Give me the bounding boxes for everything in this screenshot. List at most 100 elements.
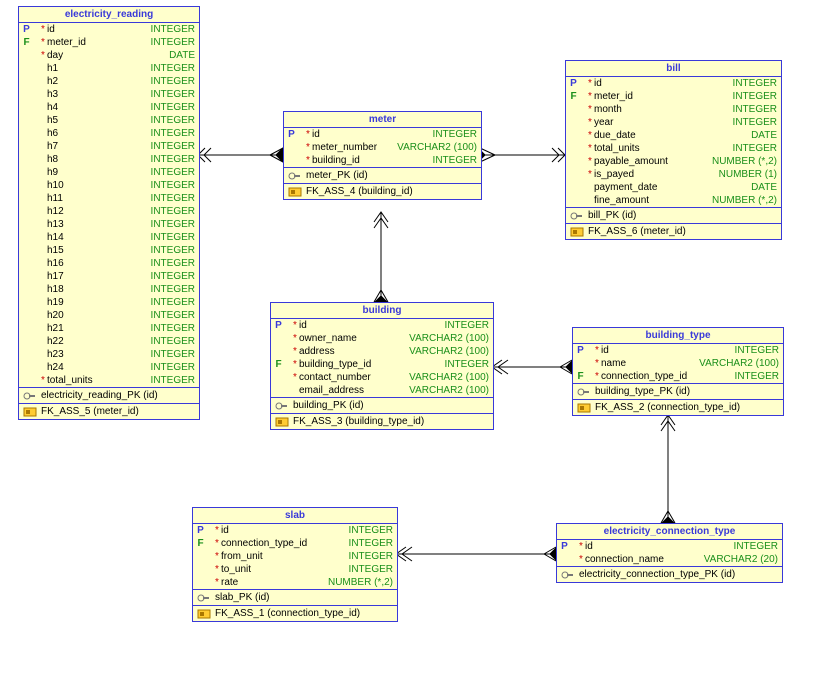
column-row: h10INTEGER	[19, 179, 199, 192]
column-flags: P	[288, 129, 304, 140]
required-star-icon: *	[213, 551, 221, 562]
column-name: total_units	[47, 375, 151, 386]
required-star-icon: *	[213, 525, 221, 536]
column-row: email_addressVARCHAR2 (100)	[271, 384, 493, 397]
column-name: h17	[47, 271, 151, 282]
column-type: INTEGER	[151, 206, 195, 217]
column-row: *rateNUMBER (*,2)	[193, 576, 397, 589]
column-name: day	[47, 50, 169, 61]
required-star-icon: *	[577, 541, 585, 552]
column-type: INTEGER	[733, 104, 777, 115]
column-row: F*building_type_idINTEGER	[271, 358, 493, 371]
column-row: h19INTEGER	[19, 296, 199, 309]
column-row: h1INTEGER	[19, 62, 199, 75]
column-row: h12INTEGER	[19, 205, 199, 218]
fk-icon	[197, 609, 211, 619]
pk-icon	[577, 387, 591, 397]
column-type: DATE	[169, 50, 195, 61]
column-type: INTEGER	[151, 349, 195, 360]
required-star-icon: *	[586, 91, 594, 102]
foreign-key-row: FK_ASS_5 (meter_id)	[19, 403, 199, 419]
column-name: h9	[47, 167, 151, 178]
column-name: from_unit	[221, 551, 349, 562]
required-star-icon: *	[213, 538, 221, 549]
column-type: INTEGER	[151, 24, 195, 35]
column-row: *addressVARCHAR2 (100)	[271, 345, 493, 358]
column-type: NUMBER (*,2)	[328, 577, 393, 588]
column-row: *to_unitINTEGER	[193, 563, 397, 576]
column-flags: F	[23, 37, 39, 48]
column-type: INTEGER	[735, 371, 779, 382]
table-slab: slabP*idINTEGERF*connection_type_idINTEG…	[192, 507, 398, 622]
column-row: h4INTEGER	[19, 101, 199, 114]
column-row: P*idINTEGER	[557, 540, 782, 553]
required-star-icon: *	[304, 155, 312, 166]
table-electricity_reading: electricity_readingP*idINTEGERF*meter_id…	[18, 6, 200, 420]
column-type: INTEGER	[151, 141, 195, 152]
required-star-icon: *	[586, 104, 594, 115]
column-type: INTEGER	[151, 154, 195, 165]
foreign-key-row: FK_ASS_4 (building_id)	[284, 183, 481, 199]
column-name: id	[585, 541, 734, 552]
column-type: INTEGER	[151, 128, 195, 139]
pk-icon	[570, 211, 584, 221]
column-name: id	[221, 525, 349, 536]
column-row: P*idINTEGER	[284, 128, 481, 141]
column-row: h21INTEGER	[19, 322, 199, 335]
column-type: VARCHAR2 (100)	[409, 385, 489, 396]
fk-icon	[23, 407, 37, 417]
required-star-icon: *	[586, 130, 594, 141]
table-header: bill	[566, 61, 781, 77]
table-header: electricity_reading	[19, 7, 199, 23]
pk-icon	[197, 593, 211, 603]
required-star-icon: *	[593, 345, 601, 356]
column-row: *total_unitsINTEGER	[19, 374, 199, 387]
column-type: INTEGER	[151, 76, 195, 87]
column-type: INTEGER	[733, 143, 777, 154]
pk-icon	[275, 401, 289, 411]
column-name: meter_id	[594, 91, 733, 102]
column-row: *owner_nameVARCHAR2 (100)	[271, 332, 493, 345]
column-row: h7INTEGER	[19, 140, 199, 153]
column-type: INTEGER	[151, 271, 195, 282]
column-type: DATE	[751, 182, 777, 193]
column-row: fine_amountNUMBER (*,2)	[566, 194, 781, 207]
column-type: INTEGER	[151, 245, 195, 256]
column-type: INTEGER	[433, 155, 477, 166]
column-row: h11INTEGER	[19, 192, 199, 205]
column-name: to_unit	[221, 564, 349, 575]
table-header: slab	[193, 508, 397, 524]
column-type: INTEGER	[151, 336, 195, 347]
column-name: h22	[47, 336, 151, 347]
column-flags: P	[23, 24, 39, 35]
required-star-icon: *	[291, 346, 299, 357]
column-row: *contact_numberVARCHAR2 (100)	[271, 371, 493, 384]
column-name: h10	[47, 180, 151, 191]
table-header: building_type	[573, 328, 783, 344]
column-type: DATE	[751, 130, 777, 141]
pk-label: slab_PK (id)	[215, 592, 269, 603]
column-name: name	[601, 358, 699, 369]
column-row: h14INTEGER	[19, 231, 199, 244]
required-star-icon: *	[304, 142, 312, 153]
column-type: INTEGER	[151, 323, 195, 334]
table-header: meter	[284, 112, 481, 128]
fk-label: FK_ASS_4 (building_id)	[306, 186, 413, 197]
column-type: VARCHAR2 (20)	[704, 554, 778, 565]
column-row: h9INTEGER	[19, 166, 199, 179]
column-name: h7	[47, 141, 151, 152]
column-row: *monthINTEGER	[566, 103, 781, 116]
required-star-icon: *	[291, 320, 299, 331]
column-name: email_address	[299, 385, 409, 396]
column-row: h24INTEGER	[19, 361, 199, 374]
column-type: INTEGER	[151, 115, 195, 126]
column-row: payment_dateDATE	[566, 181, 781, 194]
column-row: P*idINTEGER	[566, 77, 781, 90]
primary-key-row: electricity_connection_type_PK (id)	[557, 566, 782, 582]
column-row: *connection_nameVARCHAR2 (20)	[557, 553, 782, 566]
pk-label: building_type_PK (id)	[595, 386, 690, 397]
column-row: P*idINTEGER	[573, 344, 783, 357]
primary-key-row: building_type_PK (id)	[573, 383, 783, 399]
fk-label: FK_ASS_6 (meter_id)	[588, 226, 686, 237]
column-flags: P	[275, 320, 291, 331]
